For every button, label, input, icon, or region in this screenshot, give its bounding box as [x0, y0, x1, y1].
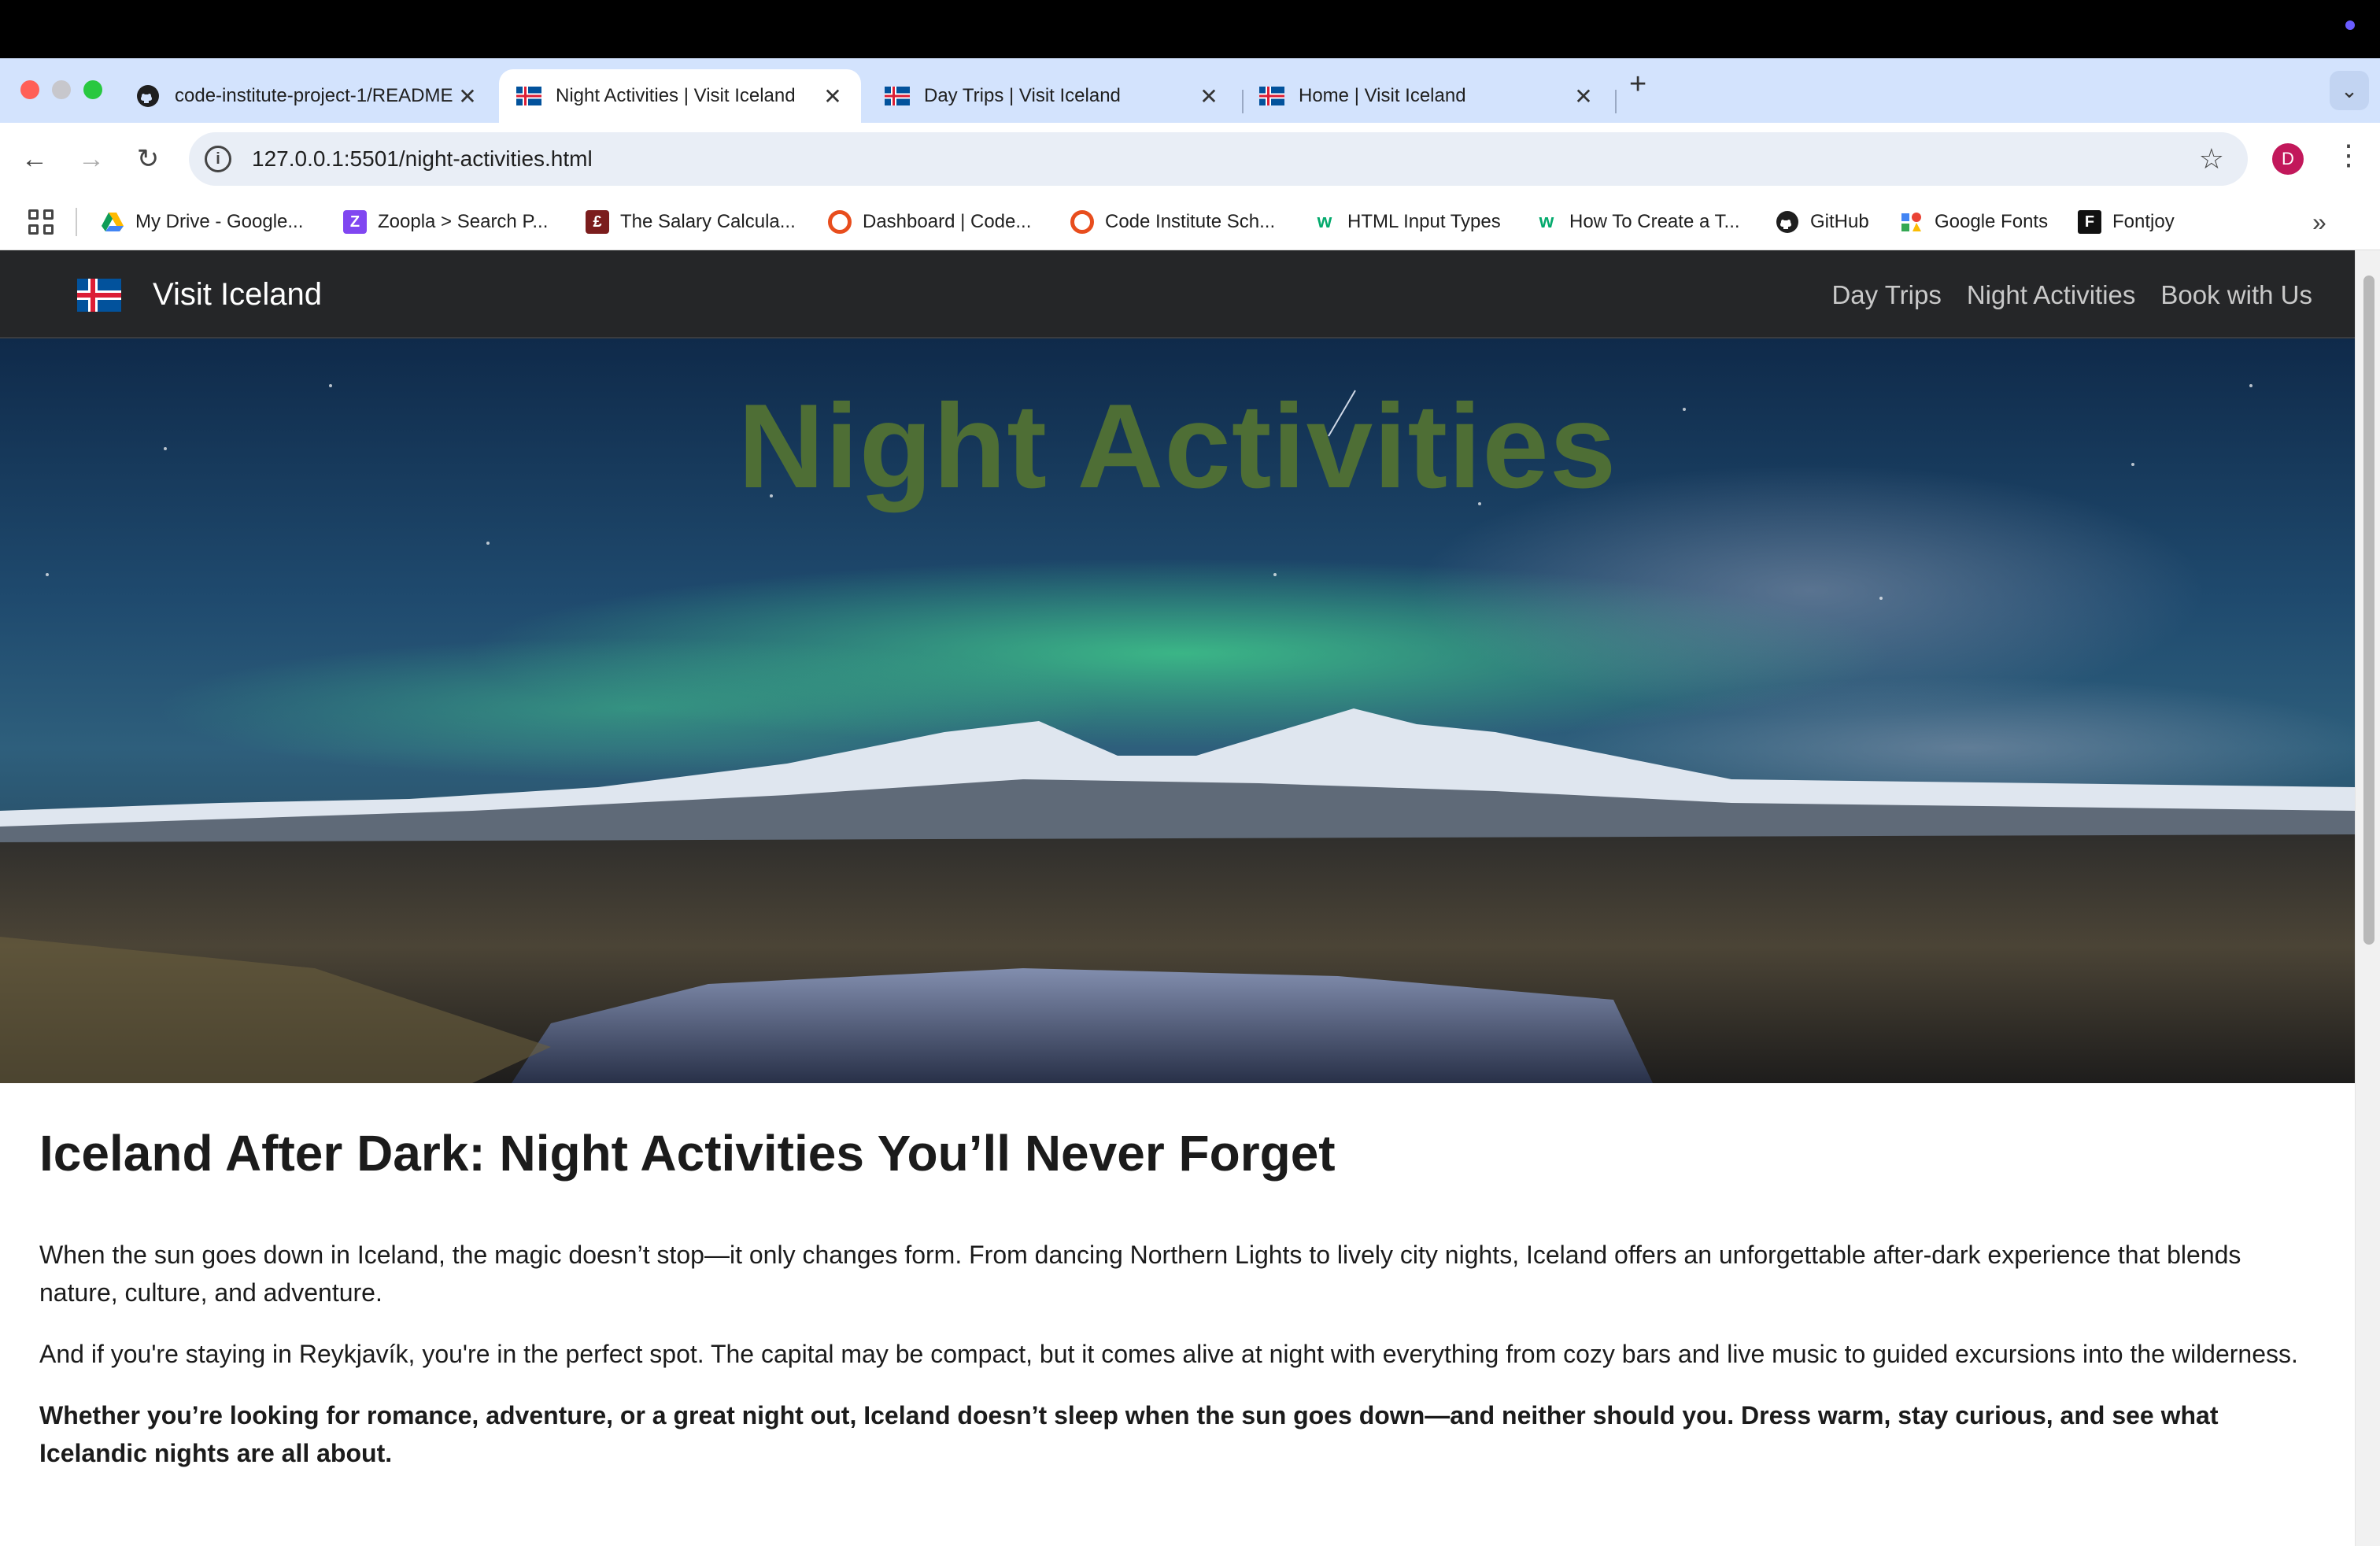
browser-tab-strip: code-institute-project-1/README ✕ Night …	[0, 58, 2380, 123]
browser-toolbar: ← → ↻ i 127.0.0.1:5501/night-activities.…	[0, 123, 2380, 194]
arrow-right-icon: →	[78, 143, 105, 174]
intro-paragraph: When the sun goes down in Iceland, the m…	[39, 1241, 2241, 1307]
tab-title: Night Activities | Visit Iceland	[556, 85, 796, 106]
page-viewport: Visit Iceland Day Trips Night Activities…	[0, 250, 2380, 1546]
hero-title: Night Activities	[737, 379, 1617, 513]
scrollbar-thumb[interactable]	[2363, 276, 2374, 945]
reykjavik-paragraph: And if you're staying in Reykjavík, you'…	[39, 1340, 2298, 1368]
bookmark-label: My Drive - Google...	[135, 211, 304, 232]
nav-link-day-trips[interactable]: Day Trips	[1831, 280, 1941, 310]
bookmark-my-drive[interactable]: My Drive - Google...	[101, 206, 303, 238]
tab-title: code-institute-project-1/README	[175, 85, 453, 106]
close-window-button[interactable]	[20, 80, 39, 99]
new-tab-button[interactable]: +	[1629, 68, 1646, 102]
bookmark-fontjoy[interactable]: F Fontjoy	[2078, 206, 2175, 238]
github-icon	[1776, 211, 1798, 233]
hero-banner: Night Activities	[0, 338, 2355, 1083]
bookmark-code-institute[interactable]: Code Institute Sch...	[1070, 206, 1275, 238]
bookmark-label: How To Create a T...	[1569, 211, 1740, 232]
google-fonts-icon	[1901, 213, 1921, 231]
tab-home[interactable]: Home | Visit Iceland ✕	[1242, 69, 1612, 123]
profile-avatar[interactable]: D	[2272, 143, 2304, 175]
bookmark-label: Code Institute Sch...	[1105, 211, 1276, 232]
w3schools-icon: w	[1539, 211, 1554, 232]
url-text[interactable]: 127.0.0.1:5501/night-activities.html	[252, 146, 2199, 172]
bookmark-label: Fontjoy	[2112, 211, 2175, 232]
status-dot-icon	[2345, 20, 2355, 30]
bookmark-star-icon[interactable]: ☆	[2199, 142, 2224, 176]
apps-grid-icon[interactable]	[28, 209, 54, 235]
salary-calculator-icon: £	[586, 210, 609, 234]
minimize-window-button[interactable]	[52, 80, 71, 99]
bookmark-zoopla[interactable]: Z Zoopla > Search P...	[343, 206, 548, 238]
browser-menu-icon[interactable]: ⋮	[2334, 139, 2363, 172]
tab-night-activities[interactable]: Night Activities | Visit Iceland ✕	[499, 69, 861, 123]
w3schools-icon: w	[1317, 211, 1332, 232]
code-institute-icon	[1070, 210, 1094, 234]
bookmark-html-input-types[interactable]: w HTML Input Types	[1313, 206, 1501, 238]
screen: code-institute-project-1/README ✕ Night …	[0, 0, 2380, 1546]
chevron-down-icon: ⌄	[2341, 78, 2358, 102]
tab-github-readme[interactable]: code-institute-project-1/README ✕	[118, 69, 496, 123]
close-tab-icon[interactable]: ✕	[456, 83, 479, 109]
back-button[interactable]: ←	[16, 140, 54, 178]
site-navbar: Visit Iceland Day Trips Night Activities…	[0, 250, 2355, 338]
iceland-flag-icon	[516, 87, 541, 105]
bookmark-label: Zoopla > Search P...	[378, 211, 549, 232]
tab-search-button[interactable]: ⌄	[2330, 71, 2369, 110]
close-tab-icon[interactable]: ✕	[822, 83, 844, 109]
address-bar[interactable]: i 127.0.0.1:5501/night-activities.html ☆	[189, 132, 2248, 186]
bookmark-label: GitHub	[1810, 211, 1869, 232]
bookmarks-bar: My Drive - Google... Z Zoopla > Search P…	[0, 194, 2380, 250]
code-institute-icon	[828, 210, 852, 234]
reload-icon: ↻	[136, 144, 160, 174]
bookmark-google-fonts[interactable]: Google Fonts	[1900, 206, 2048, 238]
fontjoy-icon: F	[2078, 210, 2101, 234]
tab-title: Day Trips | Visit Iceland	[924, 85, 1121, 106]
bookmark-label: Dashboard | Code...	[863, 211, 1032, 232]
tab-separator	[1615, 90, 1617, 113]
bookmark-label: HTML Input Types	[1347, 211, 1501, 232]
bookmark-salary-calculator[interactable]: £ The Salary Calcula...	[586, 206, 796, 238]
site-brand[interactable]: Visit Iceland	[77, 277, 322, 313]
forward-button[interactable]: →	[72, 140, 110, 178]
bookmark-github[interactable]: GitHub	[1776, 206, 1869, 238]
closing-paragraph: Whether you’re looking for romance, adve…	[39, 1401, 2219, 1467]
bookmarks-separator	[76, 208, 77, 236]
bookmark-dashboard[interactable]: Dashboard | Code...	[828, 206, 1031, 238]
google-drive-icon	[102, 213, 124, 231]
iceland-flag-icon	[885, 87, 910, 105]
tab-title: Home | Visit Iceland	[1299, 85, 1466, 106]
tab-day-trips[interactable]: Day Trips | Visit Iceland ✕	[867, 69, 1237, 123]
intro-section: Iceland After Dark: Night Activities You…	[39, 1083, 2322, 1472]
site-info-icon[interactable]: i	[205, 146, 231, 172]
page-scrollbar[interactable]	[2355, 250, 2380, 1546]
system-menu-bar	[0, 0, 2380, 58]
bookmark-label: Google Fonts	[1935, 211, 2049, 232]
close-tab-icon[interactable]: ✕	[1198, 83, 1220, 109]
arrow-left-icon: ←	[21, 143, 48, 174]
zoopla-icon: Z	[343, 210, 367, 234]
more-bookmarks-icon[interactable]: »	[2312, 208, 2326, 237]
bookmark-label: The Salary Calcula...	[620, 211, 796, 232]
brand-name: Visit Iceland	[153, 277, 322, 312]
iceland-flag-icon	[77, 278, 121, 312]
nav-link-book-with-us[interactable]: Book with Us	[2160, 280, 2312, 310]
nav-link-night-activities[interactable]: Night Activities	[1967, 280, 2136, 310]
bookmark-how-to-create[interactable]: w How To Create a T...	[1535, 206, 1740, 238]
github-icon	[137, 85, 159, 107]
reload-button[interactable]: ↻	[129, 140, 167, 178]
close-tab-icon[interactable]: ✕	[1572, 83, 1595, 109]
maximize-window-button[interactable]	[83, 80, 102, 99]
iceland-flag-icon	[1259, 87, 1284, 105]
section-heading: Iceland After Dark: Night Activities You…	[39, 1125, 1336, 1182]
site-menu: Day Trips Night Activities Book with Us	[1831, 280, 2312, 310]
